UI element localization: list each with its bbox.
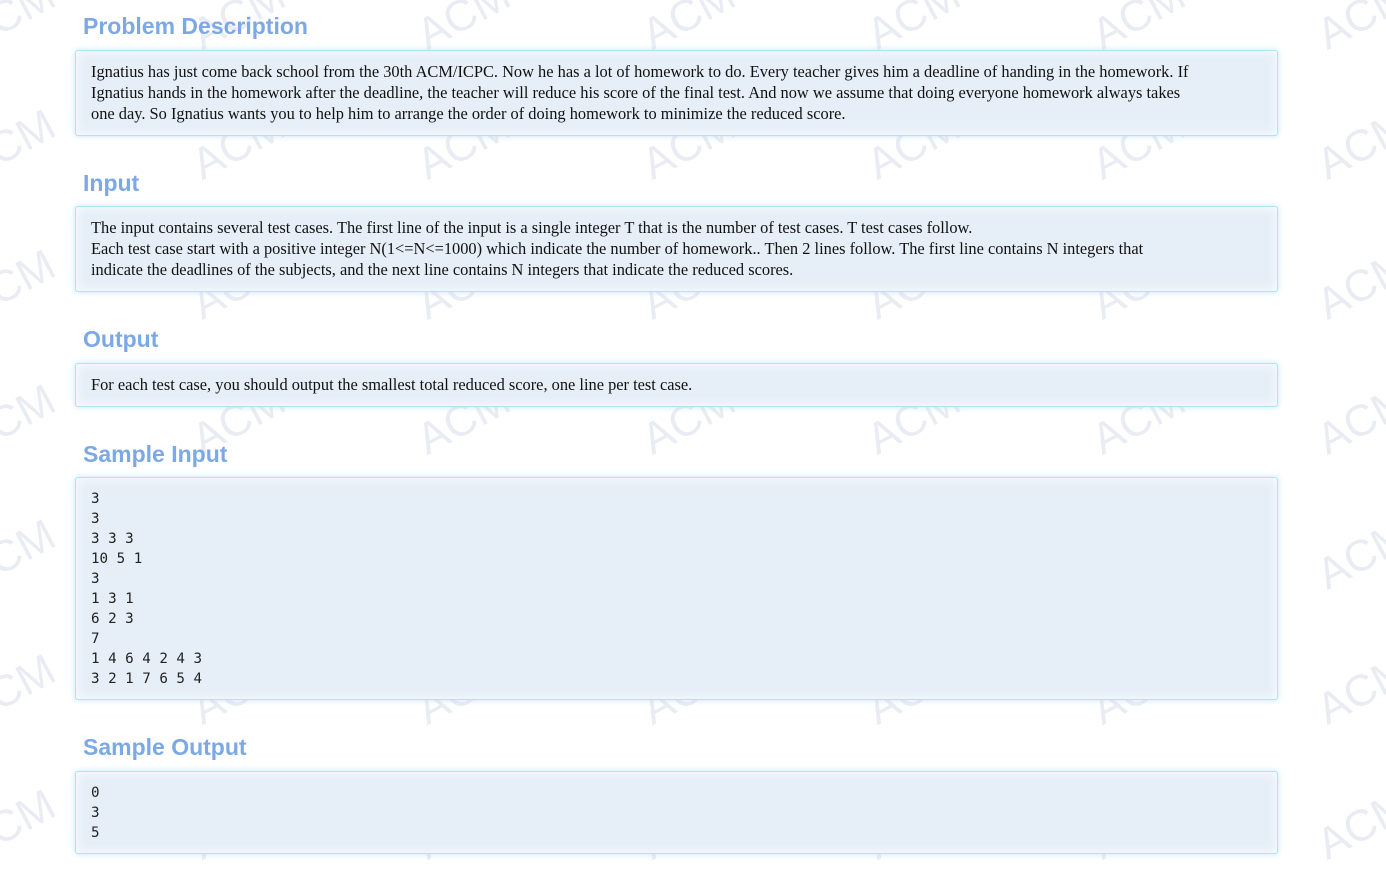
sample-input-line: 3 2 1 7 6 5 4 — [91, 671, 203, 687]
sample-output-title: Sample Output — [83, 734, 247, 760]
sample-input-code: 3 3 3 3 3 10 5 1 3 1 3 1 6 2 3 7 1 4 6 4 2 4 3 3 … — [91, 489, 1263, 689]
output-line: For each test case, you should output th… — [91, 375, 693, 394]
sample-input-line: 7 — [91, 631, 100, 647]
sample-input-title: Sample Input — [83, 441, 228, 467]
problem-description-line: Ignatius hands in the homework after the… — [91, 83, 1181, 102]
input-line: indicate the deadlines of the subjects, … — [91, 260, 794, 279]
sample-output-line: 0 — [91, 785, 100, 801]
watermark-text: ACM — [1308, 644, 1386, 735]
problem-description-panel: Ignatius has just come back school from … — [75, 50, 1278, 136]
sample-input-line: 3 — [91, 571, 100, 587]
watermark-text: ACM — [0, 779, 64, 870]
problem-description-line: one day. So Ignatius wants you to help h… — [91, 104, 846, 123]
sample-output-code: 0 3 5 — [91, 783, 1263, 843]
watermark-text: ACM — [0, 99, 64, 190]
problem-description-line: Ignatius has just come back school from … — [91, 62, 1189, 81]
sample-input-line: 3 — [91, 491, 100, 507]
sample-input-line: 1 4 6 4 2 4 3 — [91, 651, 203, 667]
input-line: The input contains several test cases. T… — [91, 218, 973, 237]
sample-output-line: 3 — [91, 805, 100, 821]
sample-input-line: 3 3 3 — [91, 531, 134, 547]
watermark-text: ACM — [1308, 509, 1386, 600]
watermark-text: ACM — [1308, 779, 1386, 870]
sample-input-line: 10 5 1 — [91, 551, 143, 567]
input-line: Each test case start with a positive int… — [91, 239, 1144, 258]
problem-description-text: Ignatius has just come back school from … — [91, 61, 1263, 124]
watermark-text: ACM — [1308, 0, 1386, 60]
watermark-text: ACM — [0, 239, 64, 330]
input-text: The input contains several test cases. T… — [91, 217, 1263, 280]
output-text: For each test case, you should output th… — [91, 374, 1263, 395]
watermark-text: ACM — [1308, 99, 1386, 190]
input-title: Input — [83, 170, 140, 196]
sample-output-panel: 0 3 5 — [75, 771, 1278, 854]
sample-input-line: 6 2 3 — [91, 611, 134, 627]
problem-description-title: Problem Description — [83, 13, 308, 39]
watermark-text: ACM — [0, 509, 64, 600]
watermark-text: ACM — [0, 644, 64, 735]
watermark-text: ACM — [0, 374, 64, 465]
watermark-text: ACM — [1308, 374, 1386, 465]
sample-input-line: 3 — [91, 511, 100, 527]
watermark-text: ACM — [1308, 239, 1386, 330]
sample-output-line: 5 — [91, 825, 100, 841]
output-title: Output — [83, 326, 159, 352]
watermark-text: ACM — [0, 0, 64, 60]
output-panel: For each test case, you should output th… — [75, 363, 1278, 407]
sample-input-panel: 3 3 3 3 3 10 5 1 3 1 3 1 6 2 3 7 1 4 6 4 2 4 3 3 … — [75, 477, 1278, 700]
input-panel: The input contains several test cases. T… — [75, 206, 1278, 292]
sample-input-line: 1 3 1 — [91, 591, 134, 607]
